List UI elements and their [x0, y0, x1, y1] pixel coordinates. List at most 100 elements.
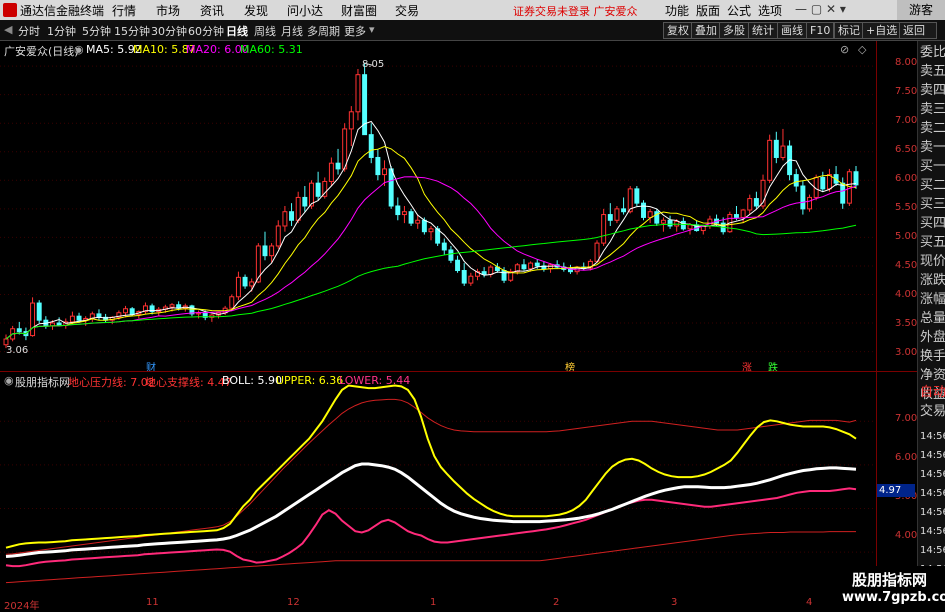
period-15min[interactable]: 15分钟 — [114, 23, 150, 39]
indicator-pane[interactable]: ◉ 股朋指标网 地心压力线: 7.02 地心支撑线: 4.47 BOLL: 5.… — [0, 372, 876, 597]
candle-body — [335, 162, 341, 170]
menu-item-wenxiaoda[interactable]: 问小达 — [287, 2, 323, 19]
pressure-legend: 地心压力线: 7.02 — [68, 376, 155, 389]
candle-body — [235, 276, 241, 298]
stock-title: 广安爱众(日线) — [4, 45, 79, 58]
y-tick: 4.00 — [895, 530, 918, 541]
guest-button[interactable]: 游客 — [897, 0, 945, 20]
candle-body — [302, 196, 308, 207]
menu-item-jiaoyi[interactable]: 交易 — [395, 2, 419, 19]
f10-button[interactable]: F10 — [806, 22, 835, 39]
tongji-button[interactable]: 统计 — [748, 22, 778, 39]
login-notice[interactable]: 证券交易未登录 广安爱众 — [513, 3, 638, 19]
period-1min[interactable]: 1分钟 — [47, 23, 76, 39]
period-monthly[interactable]: 月线 — [281, 23, 303, 39]
kline-pane[interactable]: 广安爱众(日线) ◉ MA5: 5.92 MA10: 5.87 MA20: 6.… — [0, 41, 876, 374]
huaxian-button[interactable]: 画线 — [777, 22, 807, 39]
collapse-icon[interactable]: ◀ — [4, 23, 12, 36]
biaoji-button[interactable]: 标记 — [834, 22, 864, 39]
candle-body — [647, 211, 653, 218]
menu-bar: 通达信金融终端 行情 市场 资讯 发现 问小达 财富圈 交易 证券交易未登录 广… — [0, 0, 945, 20]
candle-body — [169, 304, 175, 308]
candle-body — [388, 168, 394, 207]
period-more[interactable]: 更多 — [344, 23, 366, 39]
candle-body — [820, 176, 826, 190]
duogu-button[interactable]: 多股 — [719, 22, 749, 39]
period-fenshi[interactable]: 分时 — [18, 23, 40, 39]
candle-body — [528, 262, 534, 270]
lower-band-line — [5, 487, 857, 568]
menu-item-banmian[interactable]: 版面 — [696, 2, 720, 19]
indicator-chart[interactable] — [0, 372, 876, 597]
candle-body — [521, 264, 527, 270]
pane-settings-icon[interactable]: ⊘ — [840, 43, 849, 56]
sidebar-item: 14:56 — [920, 526, 945, 537]
candle-body — [441, 242, 447, 251]
candle-body — [428, 228, 434, 233]
sidebar-item[interactable]: 交易 — [920, 404, 945, 420]
menu-item-shichang[interactable]: 市场 — [156, 2, 180, 19]
candle-body — [767, 139, 773, 181]
candle-body — [395, 205, 401, 216]
candle-body — [660, 219, 666, 224]
candle-body — [415, 219, 421, 224]
sidebar-item: 净资 — [920, 368, 945, 383]
x-tick: 1 — [430, 597, 437, 608]
y-tick: 7.00 — [895, 115, 918, 126]
candle-body — [667, 219, 673, 227]
period-daily[interactable]: 日线 — [226, 23, 248, 39]
indicator-y-axis: 7.00 6.00 5.00 4.00 4.97 — [877, 372, 917, 597]
sidebar-item: 涨幅 — [920, 292, 945, 307]
menu-item-zixun[interactable]: 资讯 — [200, 2, 224, 19]
candle-body — [641, 202, 646, 218]
candle-body — [793, 174, 799, 187]
period-30min[interactable]: 30分钟 — [151, 23, 187, 39]
sidebar-item: 14:56 — [920, 545, 945, 556]
indicator-settings-icon[interactable]: ◉ — [4, 374, 14, 387]
more-chevron-icon[interactable]: ▾ — [369, 23, 375, 36]
diejia-button[interactable]: 叠加 — [691, 22, 721, 39]
indicator-title[interactable]: 股朋指标网 — [15, 374, 70, 390]
menu-item-hangqing[interactable]: 行情 — [112, 2, 136, 19]
y-tick: 4.00 — [895, 289, 918, 300]
x-axis: 2024年 11 12 1 2 3 4 — [0, 597, 876, 612]
candle-body — [621, 208, 627, 213]
period-weekly[interactable]: 周线 — [254, 23, 276, 39]
candle-body — [262, 245, 268, 257]
add-watchlist-button[interactable]: +自选 — [862, 22, 902, 39]
candle-body — [328, 162, 334, 182]
back-button[interactable]: 返回 — [899, 22, 937, 39]
sidebar-item: 买四 — [920, 216, 945, 231]
period-multi[interactable]: 多周期 — [307, 23, 340, 39]
kline-y-axis: 8.00 7.50 7.00 6.50 6.00 5.50 5.00 4.50 … — [877, 41, 917, 371]
ma-settings-icon[interactable]: ◉ — [74, 43, 84, 56]
menu-item-xuanxiang[interactable]: 选项 — [758, 2, 782, 19]
window-controls[interactable]: — ▢ ✕ ▾ — [795, 2, 846, 16]
fuquan-button[interactable]: 复权 — [663, 22, 693, 39]
candle-body — [69, 315, 75, 323]
watermark-url: www.7gpzb.com — [842, 590, 945, 605]
menu-item-gongshi[interactable]: 公式 — [727, 2, 751, 19]
app-logo-icon — [3, 3, 17, 17]
candle-body — [408, 211, 414, 224]
candle-body — [826, 174, 832, 190]
candle-body — [594, 242, 600, 262]
candle-body — [501, 270, 507, 281]
sidebar-item: 卖四 — [920, 83, 945, 98]
candle-body — [455, 259, 461, 272]
kline-chart[interactable] — [0, 41, 876, 371]
pane-maximize-icon[interactable]: ◇ — [858, 43, 866, 56]
candle-body — [382, 168, 387, 176]
candle-body — [16, 328, 22, 333]
period-60min[interactable]: 60分钟 — [188, 23, 224, 39]
watermark-title: 股朋指标网 — [852, 571, 928, 589]
menu-item-faxian[interactable]: 发现 — [244, 2, 268, 19]
sidebar-item: 卖五 — [920, 64, 945, 79]
candle-body — [773, 139, 779, 158]
y-tick: 7.50 — [895, 86, 918, 97]
menu-item-caifuquan[interactable]: 财富圈 — [341, 2, 377, 19]
candle-body — [448, 249, 454, 261]
period-5min[interactable]: 5分钟 — [82, 23, 111, 39]
menu-item-gongneng[interactable]: 功能 — [665, 2, 689, 19]
sidebar-item[interactable]: 自动 — [920, 385, 945, 401]
